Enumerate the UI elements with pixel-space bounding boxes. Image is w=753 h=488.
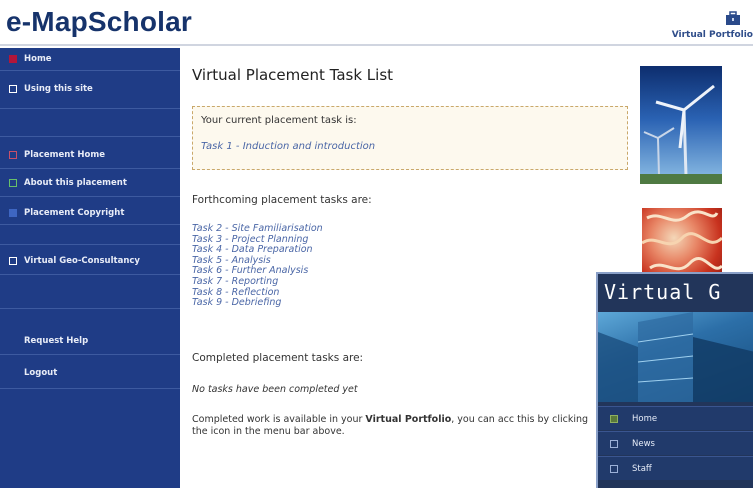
divider [0,136,180,137]
current-task-intro: Your current placement task is: [201,115,357,126]
portfolio-note-text: Completed work is available in your [192,414,366,425]
sidebar-item-using-this-site[interactable]: Using this site [0,78,180,100]
sidebar-item-label: About this placement [24,178,127,188]
sidebar-item-placement-home[interactable]: Placement Home [0,144,180,166]
sidebar-item-home[interactable]: Home [0,48,180,70]
bullet-icon [9,55,17,63]
current-task-box: Your current placement task is: Task 1 -… [192,106,628,170]
no-tasks-message: No tasks have been completed yet [192,384,358,395]
sidebar-item-logout[interactable]: Logout [0,362,180,384]
header-bar: e-MapScholar Virtual Portfolio [0,0,753,46]
forthcoming-task-list: Task 2 - Site Familiarisation Task 3 - P… [192,223,323,309]
building-icon [598,312,753,402]
portfolio-note-link: Virtual Portfolio [365,414,452,425]
completed-heading: Completed placement tasks are: [192,352,364,364]
popup-nav-label: Home [632,413,658,424]
logo-text: e-MapScholar [6,6,192,37]
task-link[interactable]: Task 7 - Reporting [192,276,323,288]
sidebar-item-request-help[interactable]: Request Help [0,330,180,352]
divider [0,274,180,275]
bullet-icon [610,464,618,473]
virtual-portfolio-link[interactable]: Virtual Portfolio [658,10,753,44]
sidebar-item-label: Home [24,54,52,64]
divider [0,108,180,109]
sidebar-item-about-placement[interactable]: About this placement [0,172,180,194]
bullet-icon [9,151,17,159]
popup-nav-home[interactable]: Home [598,406,753,430]
divider [0,224,180,225]
briefcase-icon[interactable] [725,10,741,26]
divider [0,388,180,389]
bullet-icon [9,209,17,217]
sidebar-item-label: Logout [24,368,58,378]
sidebar-nav: Home Using this site Placement Home Abou… [0,48,180,488]
current-task-link[interactable]: Task 1 - Induction and introduction [201,141,375,152]
bullet-icon [610,439,618,448]
page-title: Virtual Placement Task List [192,66,394,84]
divider [0,196,180,197]
virtual-portfolio-label: Virtual Portfolio [671,30,753,40]
sidebar-item-label: Placement Home [24,150,105,160]
sidebar-item-virtual-geo-consultancy[interactable]: Virtual Geo-Consultancy [0,250,180,272]
portfolio-note: Completed work is available in your Virt… [192,414,602,438]
popup-title: Virtual G [604,280,722,304]
bullet-icon [610,414,618,423]
popup-banner-image [598,312,753,402]
task-link[interactable]: Task 9 - Debriefing [192,298,323,309]
divider [0,308,180,309]
divider [0,244,180,245]
sidebar-item-label: Request Help [24,336,89,346]
popup-nav-label: Staff [632,463,652,474]
popup-nav-news[interactable]: News [598,431,753,455]
wind-turbine-icon [640,84,722,184]
task-link[interactable]: Task 2 - Site Familiarisation [192,223,323,235]
popup-nav-staff[interactable]: Staff [598,456,753,480]
virtual-geo-popup: Virtual G Home News Staff [596,272,753,488]
sidebar-item-placement-copyright[interactable]: Placement Copyright [0,202,180,224]
forthcoming-heading: Forthcoming placement tasks are: [192,194,372,206]
sidebar-item-label: Placement Copyright [24,208,125,218]
sidebar-item-label: Using this site [24,84,93,94]
divider [0,354,180,355]
divider [0,70,180,71]
popup-nav-label: News [632,438,655,449]
wind-turbine-image [640,66,722,184]
divider [0,168,180,169]
bullet-icon [9,85,17,93]
bullet-icon [9,179,17,187]
bullet-icon [9,257,17,265]
site-logo[interactable]: e-MapScholar [6,6,192,38]
sidebar-item-label: Virtual Geo-Consultancy [24,256,140,266]
